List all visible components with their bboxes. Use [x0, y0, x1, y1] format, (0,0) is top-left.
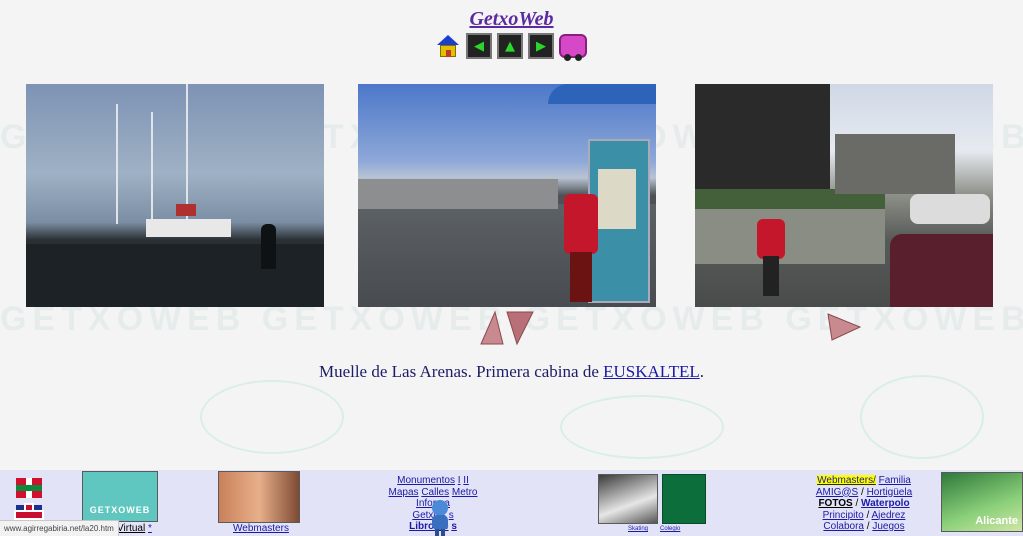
metro-link[interactable]: Metro — [452, 487, 478, 498]
next-photo-arrow-icon[interactable] — [826, 312, 862, 342]
hortiguela-link[interactable]: Hortigüela — [867, 487, 913, 498]
arrow-left-icon: ◀ — [474, 38, 484, 54]
webmasters-right-link[interactable]: Webmasters/ — [817, 475, 876, 486]
waterpolo-link[interactable]: Waterpolo — [861, 498, 910, 509]
site-title[interactable]: GetxoWeb — [0, 8, 1023, 31]
home-arrow-icon: ▲ — [505, 38, 515, 54]
principito-link[interactable]: Principito — [823, 510, 864, 521]
webmasters-photo[interactable] — [218, 471, 300, 523]
colabora-link[interactable]: Colabora — [823, 521, 864, 532]
skating-photo[interactable] — [598, 474, 658, 524]
fotos-link[interactable]: FOTOS — [818, 498, 852, 509]
slash-separator: / — [855, 498, 859, 509]
basque-flag-icon[interactable] — [16, 478, 42, 498]
prev-photo-arrows-icon[interactable] — [477, 310, 537, 346]
watermark-swirl — [860, 375, 984, 459]
photo-caption: Muelle de Las Arenas. Primera cabina de … — [0, 362, 1023, 382]
alicante-banner[interactable]: Alicante — [941, 472, 1023, 532]
mapas-link[interactable]: Mapas — [389, 487, 419, 498]
webmasters-link[interactable]: Webmasters — [233, 523, 289, 534]
watermark-swirl — [200, 380, 344, 454]
nav-bar: ◀ ▲ ▶ — [435, 33, 587, 61]
colegio-logo[interactable] — [662, 474, 706, 524]
right-links: Webmasters/ Familia AMIG@S / Hortigüela … — [805, 475, 923, 533]
skating-link[interactable]: Skating — [628, 526, 648, 532]
caption-end: . — [699, 362, 705, 381]
status-bar-url: www.agirregabiria.net/la20.htm — [0, 520, 119, 536]
mascot-icon — [432, 500, 448, 536]
amigos-link[interactable]: AMIG@S — [816, 487, 858, 498]
house-icon[interactable] — [435, 33, 461, 59]
monumentos-link[interactable]: Monumentos — [397, 475, 455, 486]
home-button[interactable]: ▲ — [497, 33, 523, 59]
photo-harbor-boats[interactable] — [26, 84, 324, 307]
ajedrez-link[interactable]: Ajedrez — [872, 510, 906, 521]
photo-street-walkway[interactable] — [695, 84, 993, 307]
cart-icon[interactable] — [559, 34, 587, 61]
juegos-link[interactable]: Juegos — [872, 521, 904, 532]
monumentos-ii-link[interactable]: II — [463, 475, 469, 486]
familia-link[interactable]: Familia — [879, 475, 911, 486]
colegio-link[interactable]: Colegio — [660, 526, 680, 532]
photo-promenade-phone-booth[interactable] — [358, 84, 656, 307]
slash-separator: / — [861, 486, 864, 498]
euskaltel-link[interactable]: EUSKALTEL — [603, 362, 700, 381]
monumentos-i-link[interactable]: I — [458, 475, 461, 486]
next-page-button[interactable]: ▶ — [528, 33, 554, 59]
arrow-right-icon: ▶ — [536, 38, 546, 54]
slash-separator: / — [866, 521, 870, 532]
getxoweb-logo[interactable]: GETXOWEB — [82, 471, 158, 522]
footer-bar: GETXOWEB Visita Virtual * Webmasters Mon… — [0, 470, 1023, 536]
watermark-swirl — [560, 395, 724, 459]
slash-separator: / — [866, 509, 870, 521]
visita-star-link[interactable]: * — [148, 523, 152, 534]
getxoweb-logo-text: GETXOWEB — [89, 505, 151, 515]
prev-page-button[interactable]: ◀ — [466, 33, 492, 59]
calles-link[interactable]: Calles — [421, 487, 449, 498]
caption-text: Muelle de Las Arenas. Primera cabina de — [318, 362, 604, 381]
alicante-text: Alicante — [975, 515, 1018, 527]
